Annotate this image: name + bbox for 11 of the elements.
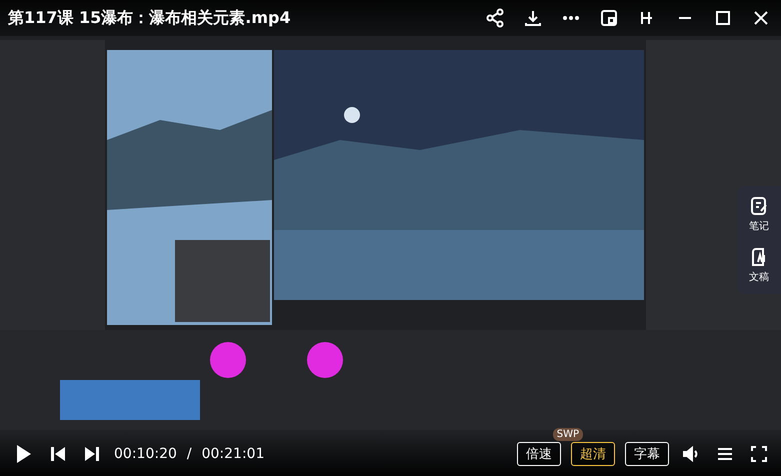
duration: 00:21:01 xyxy=(202,446,264,462)
player-badge: SWP xyxy=(552,428,583,441)
note-icon xyxy=(749,196,769,216)
current-time: 00:10:20 xyxy=(114,446,177,462)
player-option-button[interactable]: 倍速 xyxy=(517,442,561,466)
side-panel-item[interactable]: 文稿 xyxy=(749,247,769,284)
side-panel-item[interactable]: 笔记 xyxy=(749,196,769,233)
player-option-button[interactable]: 超清 xyxy=(571,442,615,466)
video-title: 第117课 15瀑布：瀑布相关元素.mp4 xyxy=(8,8,292,28)
player-option-button[interactable]: 字幕 xyxy=(625,442,669,466)
time-separator: / xyxy=(186,446,192,462)
